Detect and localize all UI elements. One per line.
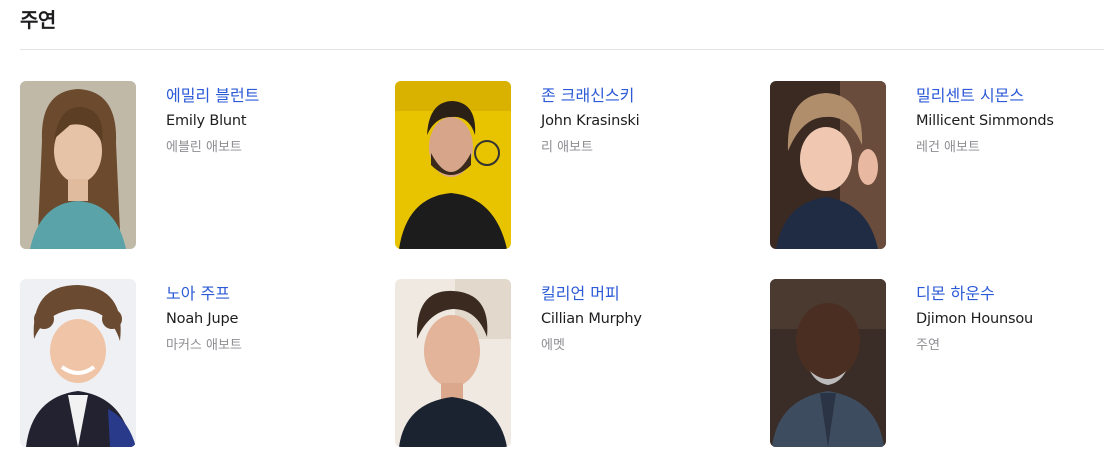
cast-role: 마커스 애보트 xyxy=(166,338,242,353)
cast-grid: 에밀리 블런트 Emily Blunt 에블린 애보트 존 크래신스키 John… xyxy=(20,81,1104,447)
portrait-image xyxy=(770,279,886,447)
cast-korean-name-link[interactable]: 노아 주프 xyxy=(166,283,242,305)
cast-korean-name-link[interactable]: 밀리센트 시몬스 xyxy=(916,85,1054,107)
cast-info: 디몬 하운수 Djimon Hounsou 주연 xyxy=(916,279,1033,355)
cast-english-name: John Krasinski xyxy=(541,113,640,129)
portrait-image xyxy=(770,81,886,249)
cast-info: 밀리센트 시몬스 Millicent Simmonds 레건 애보트 xyxy=(916,81,1054,157)
portrait-image xyxy=(395,81,511,249)
cast-info: 킬리언 머피 Cillian Murphy 에멧 xyxy=(541,279,642,355)
cast-role: 에멧 xyxy=(541,338,565,353)
cast-role: 에블린 애보트 xyxy=(166,140,242,155)
cast-info: 노아 주프 Noah Jupe 마커스 애보트 xyxy=(166,279,242,355)
portrait-image xyxy=(20,279,136,447)
cast-card[interactable]: 밀리센트 시몬스 Millicent Simmonds 레건 애보트 xyxy=(770,81,1104,249)
cast-english-name: Millicent Simmonds xyxy=(916,113,1054,129)
section-divider xyxy=(20,49,1104,50)
cast-info: 존 크래신스키 John Krasinski 리 애보트 xyxy=(541,81,640,157)
cast-photo[interactable] xyxy=(395,279,511,447)
cast-english-name: Noah Jupe xyxy=(166,311,239,327)
portrait-image xyxy=(20,81,136,249)
cast-english-name: Djimon Hounsou xyxy=(916,311,1033,327)
cast-korean-name-link[interactable]: 에밀리 블런트 xyxy=(166,85,259,107)
cast-korean-name-link[interactable]: 존 크래신스키 xyxy=(541,85,639,107)
cast-role: 리 애보트 xyxy=(541,140,593,155)
cast-card[interactable]: 에밀리 블런트 Emily Blunt 에블린 애보트 xyxy=(20,81,395,249)
cast-photo[interactable] xyxy=(770,81,886,249)
cast-role: 레건 애보트 xyxy=(916,140,980,155)
cast-role: 주연 xyxy=(916,338,940,353)
cast-photo[interactable] xyxy=(395,81,511,249)
cast-korean-name-link[interactable]: 디몬 하운수 xyxy=(916,283,1033,305)
cast-card[interactable]: 킬리언 머피 Cillian Murphy 에멧 xyxy=(395,279,770,447)
portrait-image xyxy=(395,279,511,447)
cast-english-name: Emily Blunt xyxy=(166,113,247,129)
cast-info: 에밀리 블런트 Emily Blunt 에블린 애보트 xyxy=(166,81,259,157)
cast-photo[interactable] xyxy=(20,81,136,249)
cast-card[interactable]: 존 크래신스키 John Krasinski 리 애보트 xyxy=(395,81,770,249)
section-title: 주연 xyxy=(20,8,56,32)
cast-photo[interactable] xyxy=(20,279,136,447)
cast-card[interactable]: 노아 주프 Noah Jupe 마커스 애보트 xyxy=(20,279,395,447)
cast-card[interactable]: 디몬 하운수 Djimon Hounsou 주연 xyxy=(770,279,1104,447)
cast-english-name: Cillian Murphy xyxy=(541,311,642,327)
cast-photo[interactable] xyxy=(770,279,886,447)
cast-korean-name-link[interactable]: 킬리언 머피 xyxy=(541,283,642,305)
